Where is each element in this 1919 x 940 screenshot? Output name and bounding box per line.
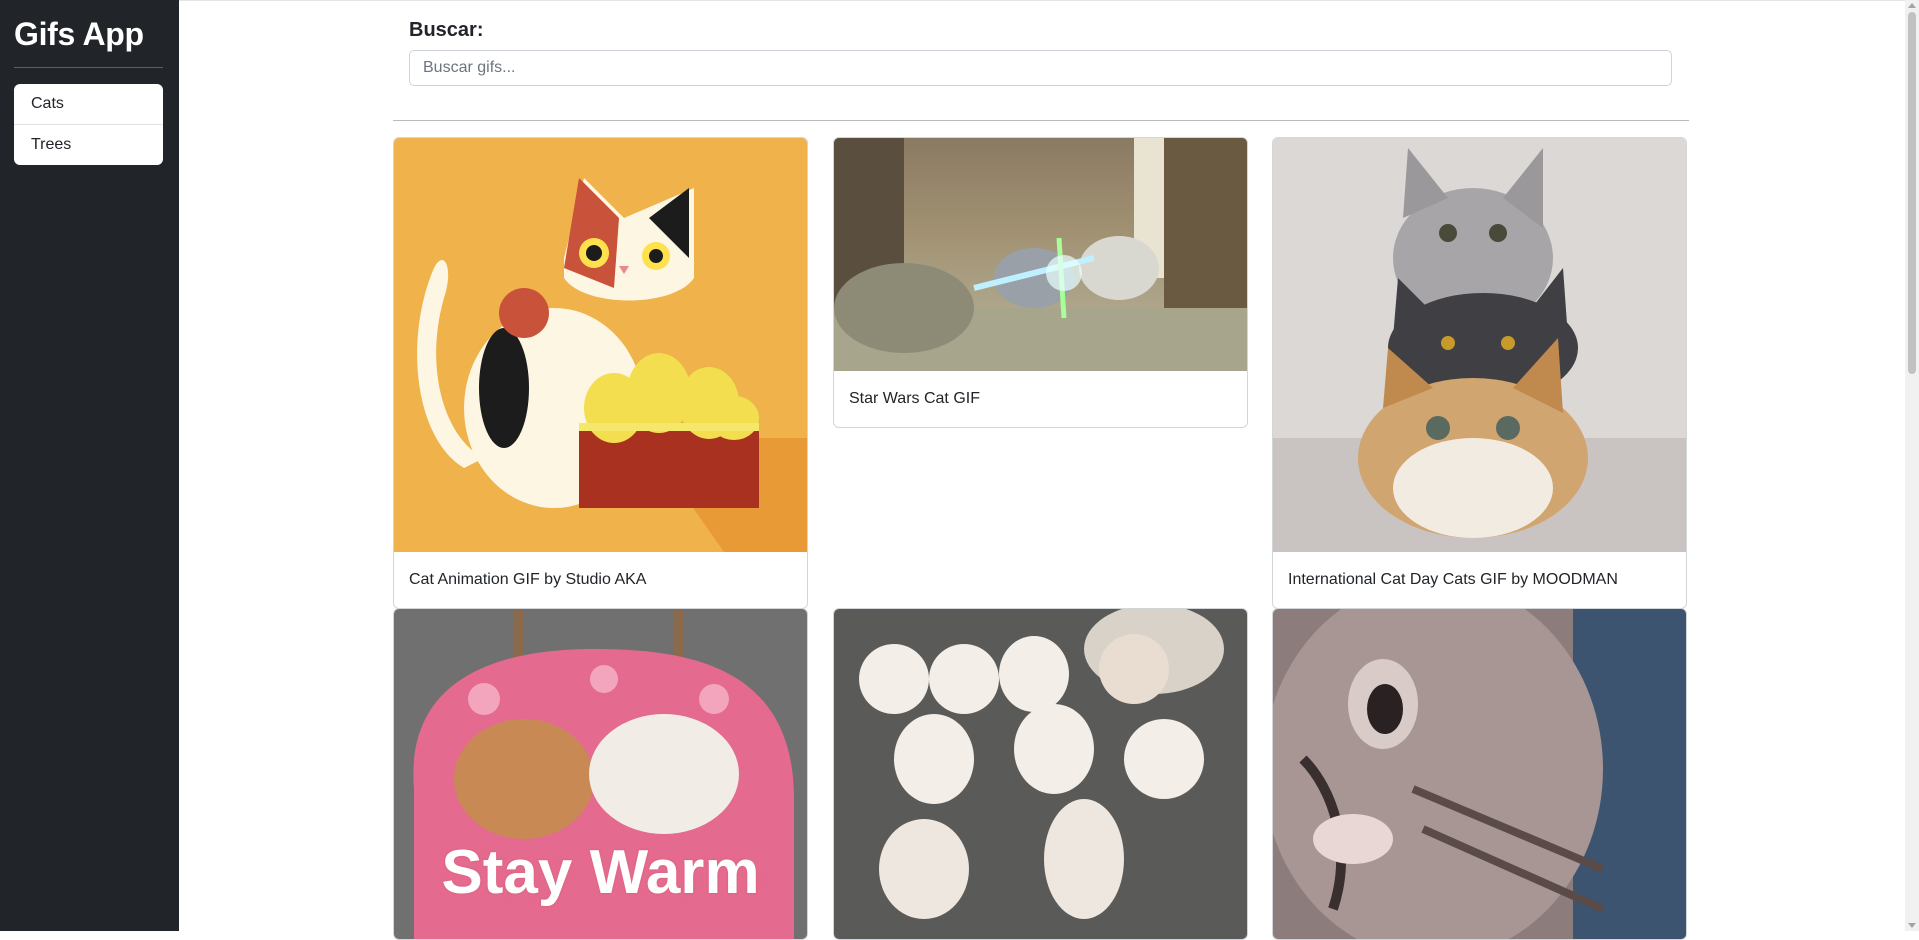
gif-title: Star Wars Cat GIF	[849, 390, 980, 407]
gif-card[interactable]	[833, 608, 1248, 940]
gif-card[interactable]	[1272, 608, 1687, 940]
gif-card[interactable]: Cat Animation GIF by Studio AKA	[393, 137, 808, 609]
gif-title: Cat Animation GIF by Studio AKA	[409, 571, 647, 588]
content-divider	[393, 120, 1689, 121]
gif-overlay-text: Stay Warm	[441, 838, 760, 907]
sidebar: Gifs App Cats Trees	[0, 0, 179, 931]
sidebar-item-cats[interactable]: Cats	[14, 84, 163, 125]
gif-image[interactable]	[1273, 609, 1686, 939]
gif-image[interactable]	[834, 138, 1247, 371]
sidebar-history-list: Cats Trees	[14, 84, 163, 165]
scroll-down-icon[interactable]	[1908, 923, 1916, 928]
sidebar-item-trees[interactable]: Trees	[14, 125, 163, 165]
app-title: Gifs App	[14, 16, 144, 52]
page-scrollbar[interactable]	[1905, 0, 1919, 931]
gif-card[interactable]: Stay Warm	[393, 608, 808, 940]
search-input[interactable]	[409, 50, 1672, 86]
main-content: Buscar: Buscar gifs... Cat Animation GIF…	[179, 0, 1905, 940]
gif-image[interactable]	[834, 609, 1247, 939]
gif-image[interactable]	[1273, 138, 1686, 552]
search-label: Buscar:	[409, 19, 484, 41]
gif-card[interactable]: International Cat Day Cats GIF by MOODMA…	[1272, 137, 1687, 609]
gif-image[interactable]: Stay Warm	[394, 609, 807, 939]
gif-card[interactable]: Star Wars Cat GIF	[833, 137, 1248, 428]
sidebar-divider	[14, 67, 163, 68]
gif-title: International Cat Day Cats GIF by MOODMA…	[1288, 571, 1618, 588]
gif-image[interactable]	[394, 138, 807, 552]
scroll-up-icon[interactable]	[1908, 3, 1916, 8]
scroll-thumb[interactable]	[1908, 12, 1916, 374]
